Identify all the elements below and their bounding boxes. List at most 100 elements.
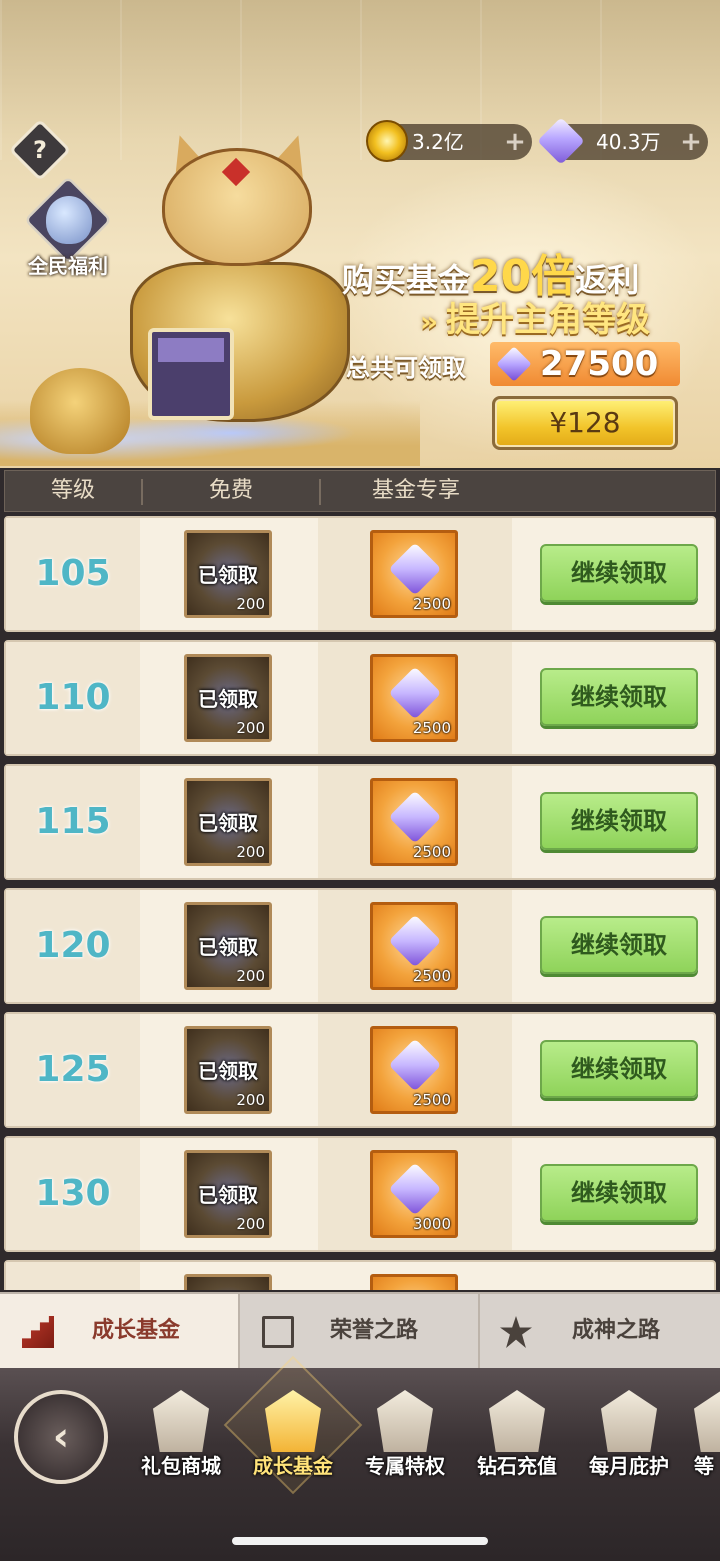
nav-privilege-label: 专属特权 xyxy=(365,1454,445,1478)
free-reward-count: 200 xyxy=(236,843,265,861)
back-arrow-icon: ‹ xyxy=(52,1414,70,1460)
back-button[interactable]: ‹ xyxy=(14,1390,108,1484)
fund-reward-count: 2500 xyxy=(412,967,451,985)
tab-honor-road[interactable]: 荣誉之路 xyxy=(240,1294,480,1368)
diamond-bag-icon xyxy=(46,196,92,244)
gold-amount: 3.2亿 xyxy=(412,130,464,154)
treasure-chest-image xyxy=(148,328,234,420)
free-reward-slot[interactable]: 已领取 200 xyxy=(184,1150,272,1238)
gift-shop-icon xyxy=(153,1390,209,1452)
nav-growth-fund[interactable]: 成长基金 xyxy=(223,1355,363,1504)
diamond-currency: 40.3万 + xyxy=(537,117,708,165)
free-reward-slot[interactable]: 已领取 200 xyxy=(184,530,272,618)
table-row: 130 已领取 200 3000 继续领取 xyxy=(4,1136,716,1252)
header-fund-exclusive: 基金专享 xyxy=(371,478,460,503)
fund-reward-slot[interactable]: 2500 xyxy=(370,530,458,618)
table-row: 110 已领取 200 2500 继续领取 xyxy=(4,640,716,756)
level-value: 125 xyxy=(35,1049,111,1090)
nav-privilege[interactable]: 专属特权 xyxy=(350,1384,460,1504)
question-icon: ? xyxy=(33,136,47,164)
nav-monthly-shield[interactable]: 每月庇护 xyxy=(574,1384,684,1504)
growth-chart-icon xyxy=(22,1316,54,1348)
monthly-shield-icon xyxy=(601,1390,657,1452)
chest-lid xyxy=(158,338,224,362)
level-value: 110 xyxy=(35,677,111,718)
gold-currency: 3.2亿 + xyxy=(366,120,532,162)
free-reward-slot[interactable]: 已领取 200 xyxy=(184,1026,272,1114)
nav-monthly-shield-label: 每月庇护 xyxy=(589,1454,669,1478)
free-reward-slot[interactable]: 已领取 200 xyxy=(184,654,272,742)
free-reward-count: 200 xyxy=(236,595,265,613)
diamond-icon xyxy=(388,666,442,720)
fund-subtabs: 成长基金 荣誉之路 成神之路 xyxy=(0,1292,720,1368)
diamond-icon xyxy=(388,542,442,596)
fund-reward-slot[interactable]: 2500 xyxy=(370,1026,458,1114)
header-free: 免费 xyxy=(208,478,253,503)
star-emblem-icon xyxy=(500,1316,532,1348)
fund-reward-slot[interactable]: 2500 xyxy=(370,778,458,866)
add-gold-button[interactable]: + xyxy=(504,129,526,155)
table-row: 115 已领取 200 2500 继续领取 xyxy=(4,764,716,880)
nav-gift-shop-label: 礼包商城 xyxy=(141,1454,221,1478)
diamond-icon xyxy=(496,346,532,382)
level-value: 105 xyxy=(35,553,111,594)
fund-reward-count: 3000 xyxy=(412,1215,451,1233)
total-claimable: 总共可领取 27500 xyxy=(346,342,686,388)
continue-claim-button[interactable]: 继续领取 xyxy=(540,1164,698,1222)
double-chevron-icon: » xyxy=(420,305,439,338)
home-indicator[interactable] xyxy=(232,1537,488,1545)
fund-reward-count: 2500 xyxy=(412,1091,451,1109)
continue-claim-button[interactable]: 继续领取 xyxy=(540,792,698,850)
coin-bag-image xyxy=(30,368,130,454)
claimed-label: 已领取 xyxy=(198,687,258,711)
nav-diamond-recharge-label: 钻石充值 xyxy=(477,1454,557,1478)
fund-reward-count: 2500 xyxy=(412,719,451,737)
fund-reward-slot[interactable]: 2500 xyxy=(370,654,458,742)
continue-claim-button[interactable]: 继续领取 xyxy=(540,1040,698,1098)
fund-table-header: 等级 免费 基金专享 xyxy=(4,470,716,512)
fund-reward-slot[interactable]: 3000 xyxy=(370,1150,458,1238)
add-diamond-button[interactable]: + xyxy=(680,129,702,155)
diamond-amount: 40.3万 xyxy=(596,130,661,154)
fund-reward-list[interactable]: 105 已领取 200 2500 继续领取 110 已领取 200 2500 继续领取 115 已领取… xyxy=(0,516,720,1290)
nav-more[interactable]: 等 xyxy=(686,1384,720,1504)
continue-claim-button[interactable]: 继续领取 xyxy=(540,916,698,974)
continue-claim-button[interactable]: 继续领取 xyxy=(540,668,698,726)
free-reward-slot[interactable]: 已领取 200 xyxy=(184,902,272,990)
level-cell xyxy=(6,1262,140,1290)
nav-gift-shop[interactable]: 礼包商城 xyxy=(126,1384,236,1504)
table-row: 120 已领取 200 2500 继续领取 xyxy=(4,888,716,1004)
diamond-recharge-icon xyxy=(489,1390,545,1452)
promo-subline-text: 提升主角等级 xyxy=(446,300,651,340)
claimed-label: 已领取 xyxy=(198,563,258,587)
free-reward-slot[interactable]: 已领取 200 xyxy=(184,778,272,866)
continue-claim-button[interactable]: 继续领取 xyxy=(540,544,698,602)
fund-banner: ? 全民福利 3.2亿 + 40.3万 + 购买基金20倍返利 » 提升主角等级 … xyxy=(0,0,720,468)
tab-growth-fund[interactable]: 成长基金 xyxy=(0,1294,240,1368)
diamond-icon xyxy=(388,1038,442,1092)
claimed-label: 已领取 xyxy=(198,811,258,835)
more-icon xyxy=(694,1390,720,1452)
diamond-icon xyxy=(388,790,442,844)
buy-fund-button[interactable]: ¥128 xyxy=(492,396,678,450)
table-row-partial xyxy=(4,1260,716,1290)
nav-growth-fund-label: 成长基金 xyxy=(253,1454,333,1478)
diamond-icon xyxy=(388,1162,442,1216)
nav-diamond-recharge[interactable]: 钻石充值 xyxy=(462,1384,572,1504)
promo-subline: » 提升主角等级 xyxy=(420,292,700,340)
fund-reward-count: 2500 xyxy=(412,595,451,613)
gold-coin-icon xyxy=(366,120,408,162)
nav-more-label: 等 xyxy=(694,1454,714,1478)
diamond-icon xyxy=(388,914,442,968)
free-reward-count: 200 xyxy=(236,1091,265,1109)
tab-godhood-road[interactable]: 成神之路 xyxy=(480,1294,720,1368)
honor-frame-icon xyxy=(262,1316,294,1348)
total-label: 总共可领取 xyxy=(346,354,466,382)
welfare-button[interactable]: 全民福利 xyxy=(22,175,114,280)
promo-headline: 购买基金20倍返利 xyxy=(342,240,682,302)
fund-reward-slot[interactable]: 2500 xyxy=(370,902,458,990)
free-reward-count: 200 xyxy=(236,967,265,985)
fund-reward-slot[interactable] xyxy=(370,1274,458,1290)
claimed-label: 已领取 xyxy=(198,1059,258,1083)
free-reward-slot[interactable] xyxy=(184,1274,272,1290)
